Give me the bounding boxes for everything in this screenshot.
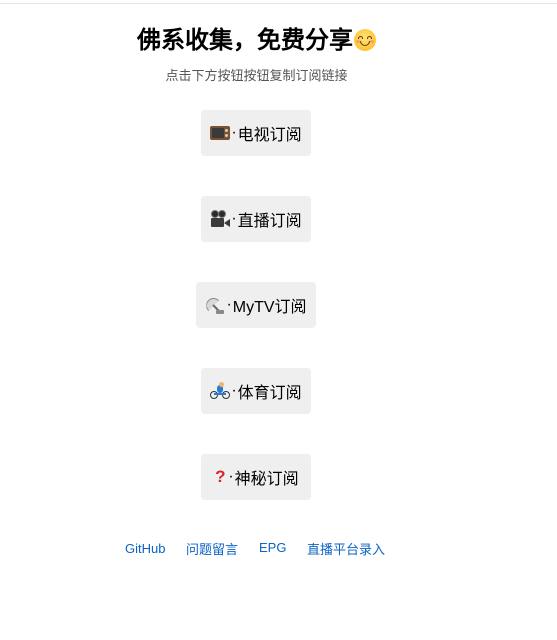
live-subscription-button[interactable]: · 直播订阅 [201,196,311,242]
separator-dot: · [226,296,232,313]
tv-subscription-label: 电视订阅 [237,127,302,144]
mystery-subscription-label: 神秘订阅 [234,471,299,488]
separator-dot: · [231,124,237,141]
tv-subscription-button[interactable]: · 电视订阅 [201,110,311,156]
mystery-subscription-button[interactable]: ? · 神秘订阅 [201,454,311,500]
page: 佛系收集，免费分享 点击下方按钮按钮复制订阅链接 · 电视订阅 · 直播订阅 ·… [0,0,513,640]
epg-link[interactable]: EPG [259,540,286,556]
subtitle: 点击下方按钮按钮复制订阅链接 [165,68,348,83]
github-link[interactable]: GitHub [125,541,165,557]
sports-subscription-label: 体育订阅 [237,385,302,402]
mytv-subscription-button[interactable]: · MyTV订阅 [196,282,316,328]
live-subscription-label: 直播订阅 [237,213,302,230]
separator-dot: · [231,382,237,399]
separator-dot: · [228,468,234,485]
smiling-face-icon [354,29,376,51]
feedback-link[interactable]: 问题留言 [186,542,238,558]
page-title-text: 佛系收集，免费分享 [137,27,353,54]
movie-camera-icon [210,210,231,228]
sports-subscription-button[interactable]: · 体育订阅 [201,368,311,414]
television-icon [210,124,231,142]
page-title: 佛系收集，免费分享 [0,26,513,56]
satellite-antenna-icon [205,296,225,314]
cyclist-icon [210,382,231,400]
red-question-mark-icon: ? [215,467,226,486]
mytv-subscription-label: MyTV订阅 [232,299,307,316]
footer-links: GitHub 问题留言 EPG 直播平台录入 [0,539,513,559]
live-platform-entry-link[interactable]: 直播平台录入 [307,542,385,558]
separator-dot: · [231,210,237,227]
